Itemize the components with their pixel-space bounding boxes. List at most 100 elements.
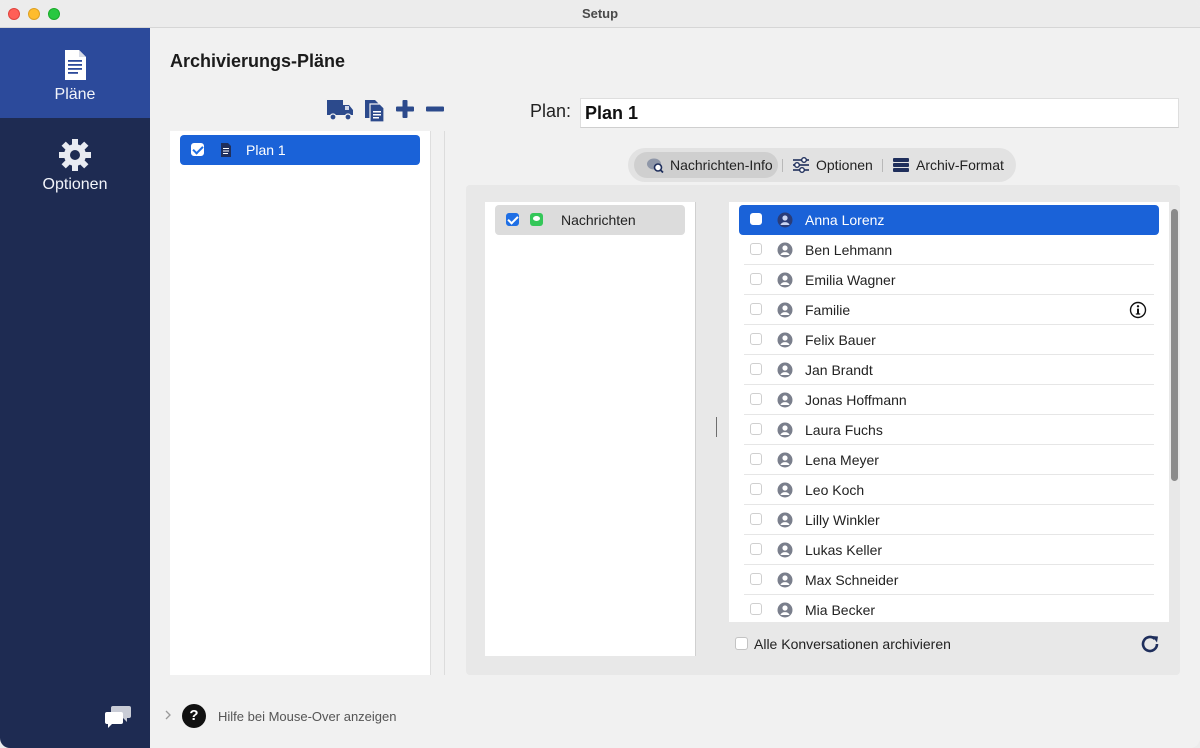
contact-checkbox[interactable] [750, 213, 762, 225]
list-item[interactable]: Nachrichten [495, 205, 685, 235]
help-label: Hilfe bei Mouse-Over anzeigen [218, 709, 397, 724]
plus-icon[interactable] [394, 95, 416, 123]
divider [695, 202, 696, 656]
person-icon [777, 512, 793, 528]
contact-row[interactable]: Lilly Winkler [739, 505, 1159, 535]
divider [430, 131, 431, 675]
contact-row[interactable]: Mia Becker [739, 595, 1159, 622]
contact-checkbox[interactable] [750, 303, 762, 315]
tab-label: Archiv-Format [916, 157, 1004, 173]
sidebar-item-label: Pläne [54, 86, 96, 103]
contact-row[interactable]: Felix Bauer [739, 325, 1159, 355]
person-icon [777, 392, 793, 408]
plan-enabled-checkbox[interactable] [191, 143, 204, 156]
contact-name: Jan Brandt [805, 362, 873, 378]
contact-row[interactable]: Lukas Keller [739, 535, 1159, 565]
list-item[interactable]: Plan 1 [180, 135, 420, 165]
person-icon [777, 602, 793, 618]
contact-row[interactable]: Laura Fuchs [739, 415, 1159, 445]
tab-bar: Nachrichten-Info Optionen Archiv-Format [628, 148, 1016, 182]
chat-bubbles-icon[interactable] [104, 704, 132, 728]
archive-all-label: Alle Konversationen archivieren [754, 636, 951, 652]
contact-checkbox[interactable] [750, 423, 762, 435]
contact-checkbox[interactable] [750, 243, 762, 255]
help-bar: ? Hilfe bei Mouse-Over anzeigen [164, 703, 464, 731]
person-icon [777, 212, 793, 228]
contact-row[interactable]: Anna Lorenz [739, 205, 1159, 235]
source-checkbox[interactable] [506, 213, 519, 226]
person-icon [777, 272, 793, 288]
contact-name: Ben Lehmann [805, 242, 893, 258]
plan-name: Plan 1 [246, 142, 286, 158]
gear-icon [59, 139, 91, 171]
person-icon [777, 242, 793, 258]
contact-checkbox[interactable] [750, 333, 762, 345]
contact-checkbox[interactable] [750, 603, 762, 615]
person-icon [777, 572, 793, 588]
refresh-icon[interactable] [1139, 633, 1161, 655]
contact-checkbox[interactable] [750, 573, 762, 585]
duplicate-icon[interactable] [362, 95, 386, 123]
person-icon [777, 302, 793, 318]
contacts-scrollbar[interactable] [1171, 209, 1178, 481]
tab-label: Optionen [816, 157, 873, 173]
contact-name: Lukas Keller [805, 542, 883, 558]
archive-all-option[interactable]: Alle Konversationen archivieren [734, 635, 1054, 653]
chevron-right-icon[interactable] [164, 709, 172, 721]
truck-icon[interactable] [326, 95, 354, 123]
person-icon [777, 542, 793, 558]
info-icon[interactable] [1129, 301, 1147, 319]
contact-row[interactable]: Leo Koch [739, 475, 1159, 505]
person-icon [777, 332, 793, 348]
contact-row[interactable]: Jan Brandt [739, 355, 1159, 385]
contact-row[interactable]: Jonas Hoffmann [739, 385, 1159, 415]
contact-row[interactable]: Max Schneider [739, 565, 1159, 595]
sidebar: Pläne Optionen [0, 28, 150, 748]
contact-row[interactable]: Emilia Wagner [739, 265, 1159, 295]
page-title: Archivierungs-Pläne [170, 51, 346, 71]
divider [882, 159, 883, 172]
source-label: Nachrichten [561, 212, 636, 228]
person-icon [777, 362, 793, 378]
source-list: Nachrichten [485, 202, 695, 656]
contact-name: Lena Meyer [805, 452, 879, 468]
help-icon[interactable]: ? [182, 704, 206, 728]
tab-options[interactable]: Optionen [786, 152, 880, 178]
contact-row[interactable]: Lena Meyer [739, 445, 1159, 475]
sidebar-item-label: Optionen [42, 176, 108, 193]
split-view-handle[interactable] [716, 417, 717, 437]
contact-checkbox[interactable] [750, 393, 762, 405]
archive-all-checkbox[interactable] [735, 637, 748, 650]
person-icon [777, 482, 793, 498]
tab-message-info[interactable]: Nachrichten-Info [634, 152, 778, 178]
contact-name: Felix Bauer [805, 332, 876, 348]
plan-name-field[interactable] [580, 98, 1179, 128]
sliders-icon [793, 157, 809, 173]
contact-checkbox[interactable] [750, 453, 762, 465]
plans-toolbar [326, 95, 448, 123]
messages-app-icon [530, 213, 543, 226]
contacts-list: Anna Lorenz Ben Lehmann Emilia Wagner Famil… [729, 202, 1169, 622]
sidebar-item-plans[interactable]: Pläne [0, 28, 150, 118]
contact-name: Max Schneider [805, 572, 899, 588]
document-icon [221, 143, 231, 157]
message-info-panel: Nachrichten Anna Lorenz Ben Lehmann Emilia… [466, 185, 1180, 675]
title-bar: Setup [0, 0, 1200, 28]
sidebar-item-options[interactable]: Optionen [0, 118, 150, 208]
tab-label: Nachrichten-Info [670, 157, 773, 173]
contact-checkbox[interactable] [750, 273, 762, 285]
contact-row[interactable]: Ben Lehmann [739, 235, 1159, 265]
contact-checkbox[interactable] [750, 483, 762, 495]
contact-checkbox[interactable] [750, 543, 762, 555]
tab-archive-format[interactable]: Archiv-Format [886, 152, 1012, 178]
person-icon [777, 422, 793, 438]
contact-row[interactable]: Familie [739, 295, 1159, 325]
plans-list: Plan 1 [170, 131, 431, 675]
minus-icon[interactable] [424, 95, 446, 123]
contact-checkbox[interactable] [750, 363, 762, 375]
contact-checkbox[interactable] [750, 513, 762, 525]
stack-icon [893, 158, 909, 172]
document-icon [65, 50, 86, 80]
setup-window: Setup Pläne Optionen Archivierungs-Pläne… [0, 0, 1200, 748]
message-search-icon [647, 158, 664, 173]
